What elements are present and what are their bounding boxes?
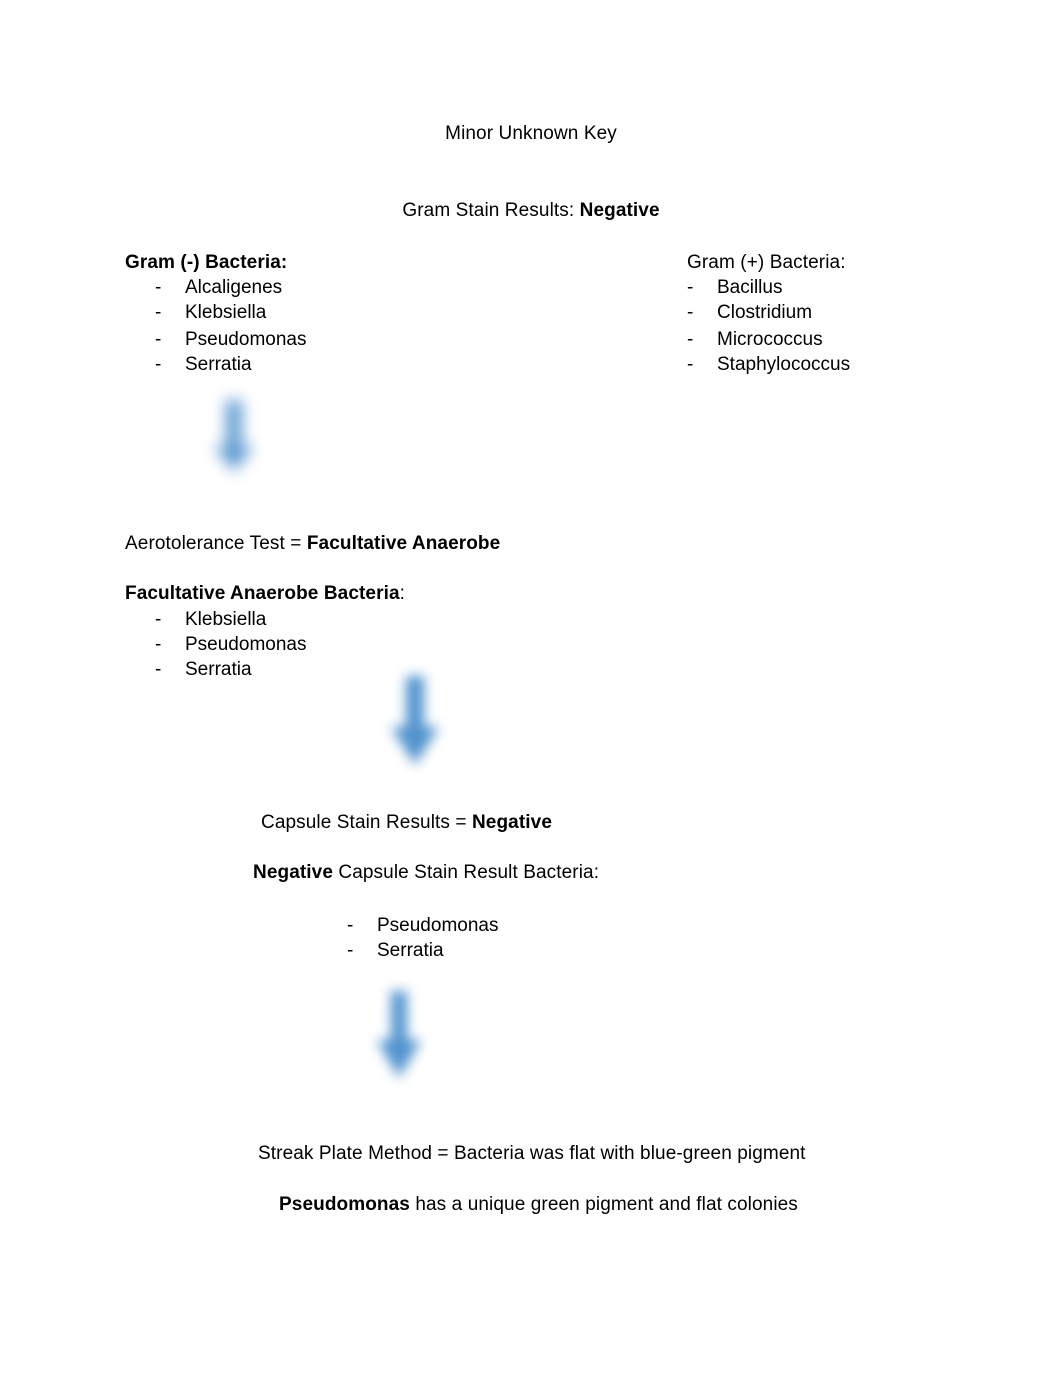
capsule-stain-result-line: Capsule Stain Results = Negative	[249, 810, 566, 850]
capsule-stain-heading-bold: Negative	[253, 862, 334, 883]
bullet-marker: -	[155, 329, 162, 350]
list-item-label: Pseudomonas	[377, 915, 499, 936]
list-item: - Serratia	[347, 938, 444, 963]
list-item: - Serratia	[155, 657, 252, 682]
aerotolerance-result-line: Aerotolerance Test = Facultative Anaerob…	[112, 531, 515, 571]
document-page: Minor Unknown Key Gram Stain Results: Ne…	[0, 0, 1062, 1376]
bullet-marker: -	[155, 659, 162, 680]
list-item: - Pseudomonas	[155, 632, 306, 657]
aerotolerance-result-label: Aerotolerance Test =	[125, 533, 307, 554]
list-item-label: Serratia	[377, 940, 444, 961]
list-item-label: Staphylococcus	[717, 354, 851, 375]
list-item: - Pseudomonas	[347, 913, 498, 938]
bullet-marker: -	[155, 277, 162, 298]
gram-stain-result-line: Gram Stain Results: Negative	[0, 198, 1062, 238]
bullet-marker: -	[347, 915, 354, 936]
aerotolerance-result-value: Facultative Anaerobe	[306, 533, 501, 554]
list-item-label: Pseudomonas	[185, 329, 307, 350]
list-item-label: Alcaligenes	[185, 277, 283, 298]
capsule-stain-result-value: Negative	[471, 812, 552, 833]
list-item: - Pseudomonas	[155, 327, 306, 352]
facultative-anaerobe-heading-tail: :	[399, 583, 406, 604]
list-item: - Micrococcus	[687, 327, 823, 352]
list-item: - Klebsiella	[155, 300, 266, 325]
down-arrow-icon	[384, 673, 446, 769]
facultative-anaerobe-heading-bold: Facultative Anaerobe Bacteria	[125, 583, 400, 604]
list-item-label: Klebsiella	[185, 302, 267, 323]
list-item: - Clostridium	[687, 300, 812, 325]
bullet-marker: -	[155, 302, 162, 323]
capsule-stain-result-label: Capsule Stain Results =	[261, 812, 472, 833]
streak-plate-result-line: Streak Plate Method = Bacteria was flat …	[258, 1143, 806, 1164]
down-arrow-icon	[208, 398, 260, 476]
streak-plate-conclusion-line: Pseudomonas has a unique green pigment a…	[267, 1192, 812, 1232]
list-item: - Bacillus	[687, 275, 782, 300]
list-item: - Klebsiella	[155, 607, 266, 632]
page-title: Minor Unknown Key	[445, 123, 617, 144]
list-item-label: Clostridium	[717, 302, 813, 323]
list-item: - Alcaligenes	[155, 275, 282, 300]
streak-plate-conclusion-bold: Pseudomonas	[279, 1194, 410, 1215]
bullet-marker: -	[687, 302, 694, 323]
capsule-stain-heading: Negative Capsule Stain Result Bacteria:	[253, 860, 599, 885]
facultative-anaerobe-heading: Facultative Anaerobe Bacteria:	[125, 581, 405, 606]
capsule-stain-heading-tail: Capsule Stain Result Bacteria:	[333, 862, 600, 883]
bullet-marker: -	[687, 329, 694, 350]
list-item-label: Pseudomonas	[185, 634, 307, 655]
gram-stain-result-label: Gram Stain Results:	[402, 200, 580, 221]
down-arrow-icon	[371, 988, 427, 1082]
list-item-label: Micrococcus	[717, 329, 823, 350]
bullet-marker: -	[155, 609, 162, 630]
streak-plate-conclusion-tail: has a unique green pigment and flat colo…	[409, 1194, 798, 1215]
bullet-marker: -	[155, 354, 162, 375]
list-item-label: Klebsiella	[185, 609, 267, 630]
gram-stain-result-value: Negative	[579, 200, 660, 221]
list-item-label: Serratia	[185, 354, 252, 375]
list-item-label: Bacillus	[717, 277, 783, 298]
bullet-marker: -	[687, 277, 694, 298]
list-item-label: Serratia	[185, 659, 252, 680]
list-item: - Staphylococcus	[687, 352, 850, 377]
list-item: - Serratia	[155, 352, 252, 377]
gram-negative-heading: Gram (-) Bacteria:	[125, 252, 288, 273]
bullet-marker: -	[155, 634, 162, 655]
gram-positive-heading: Gram (+) Bacteria:	[687, 252, 846, 273]
bullet-marker: -	[347, 940, 354, 961]
bullet-marker: -	[687, 354, 694, 375]
